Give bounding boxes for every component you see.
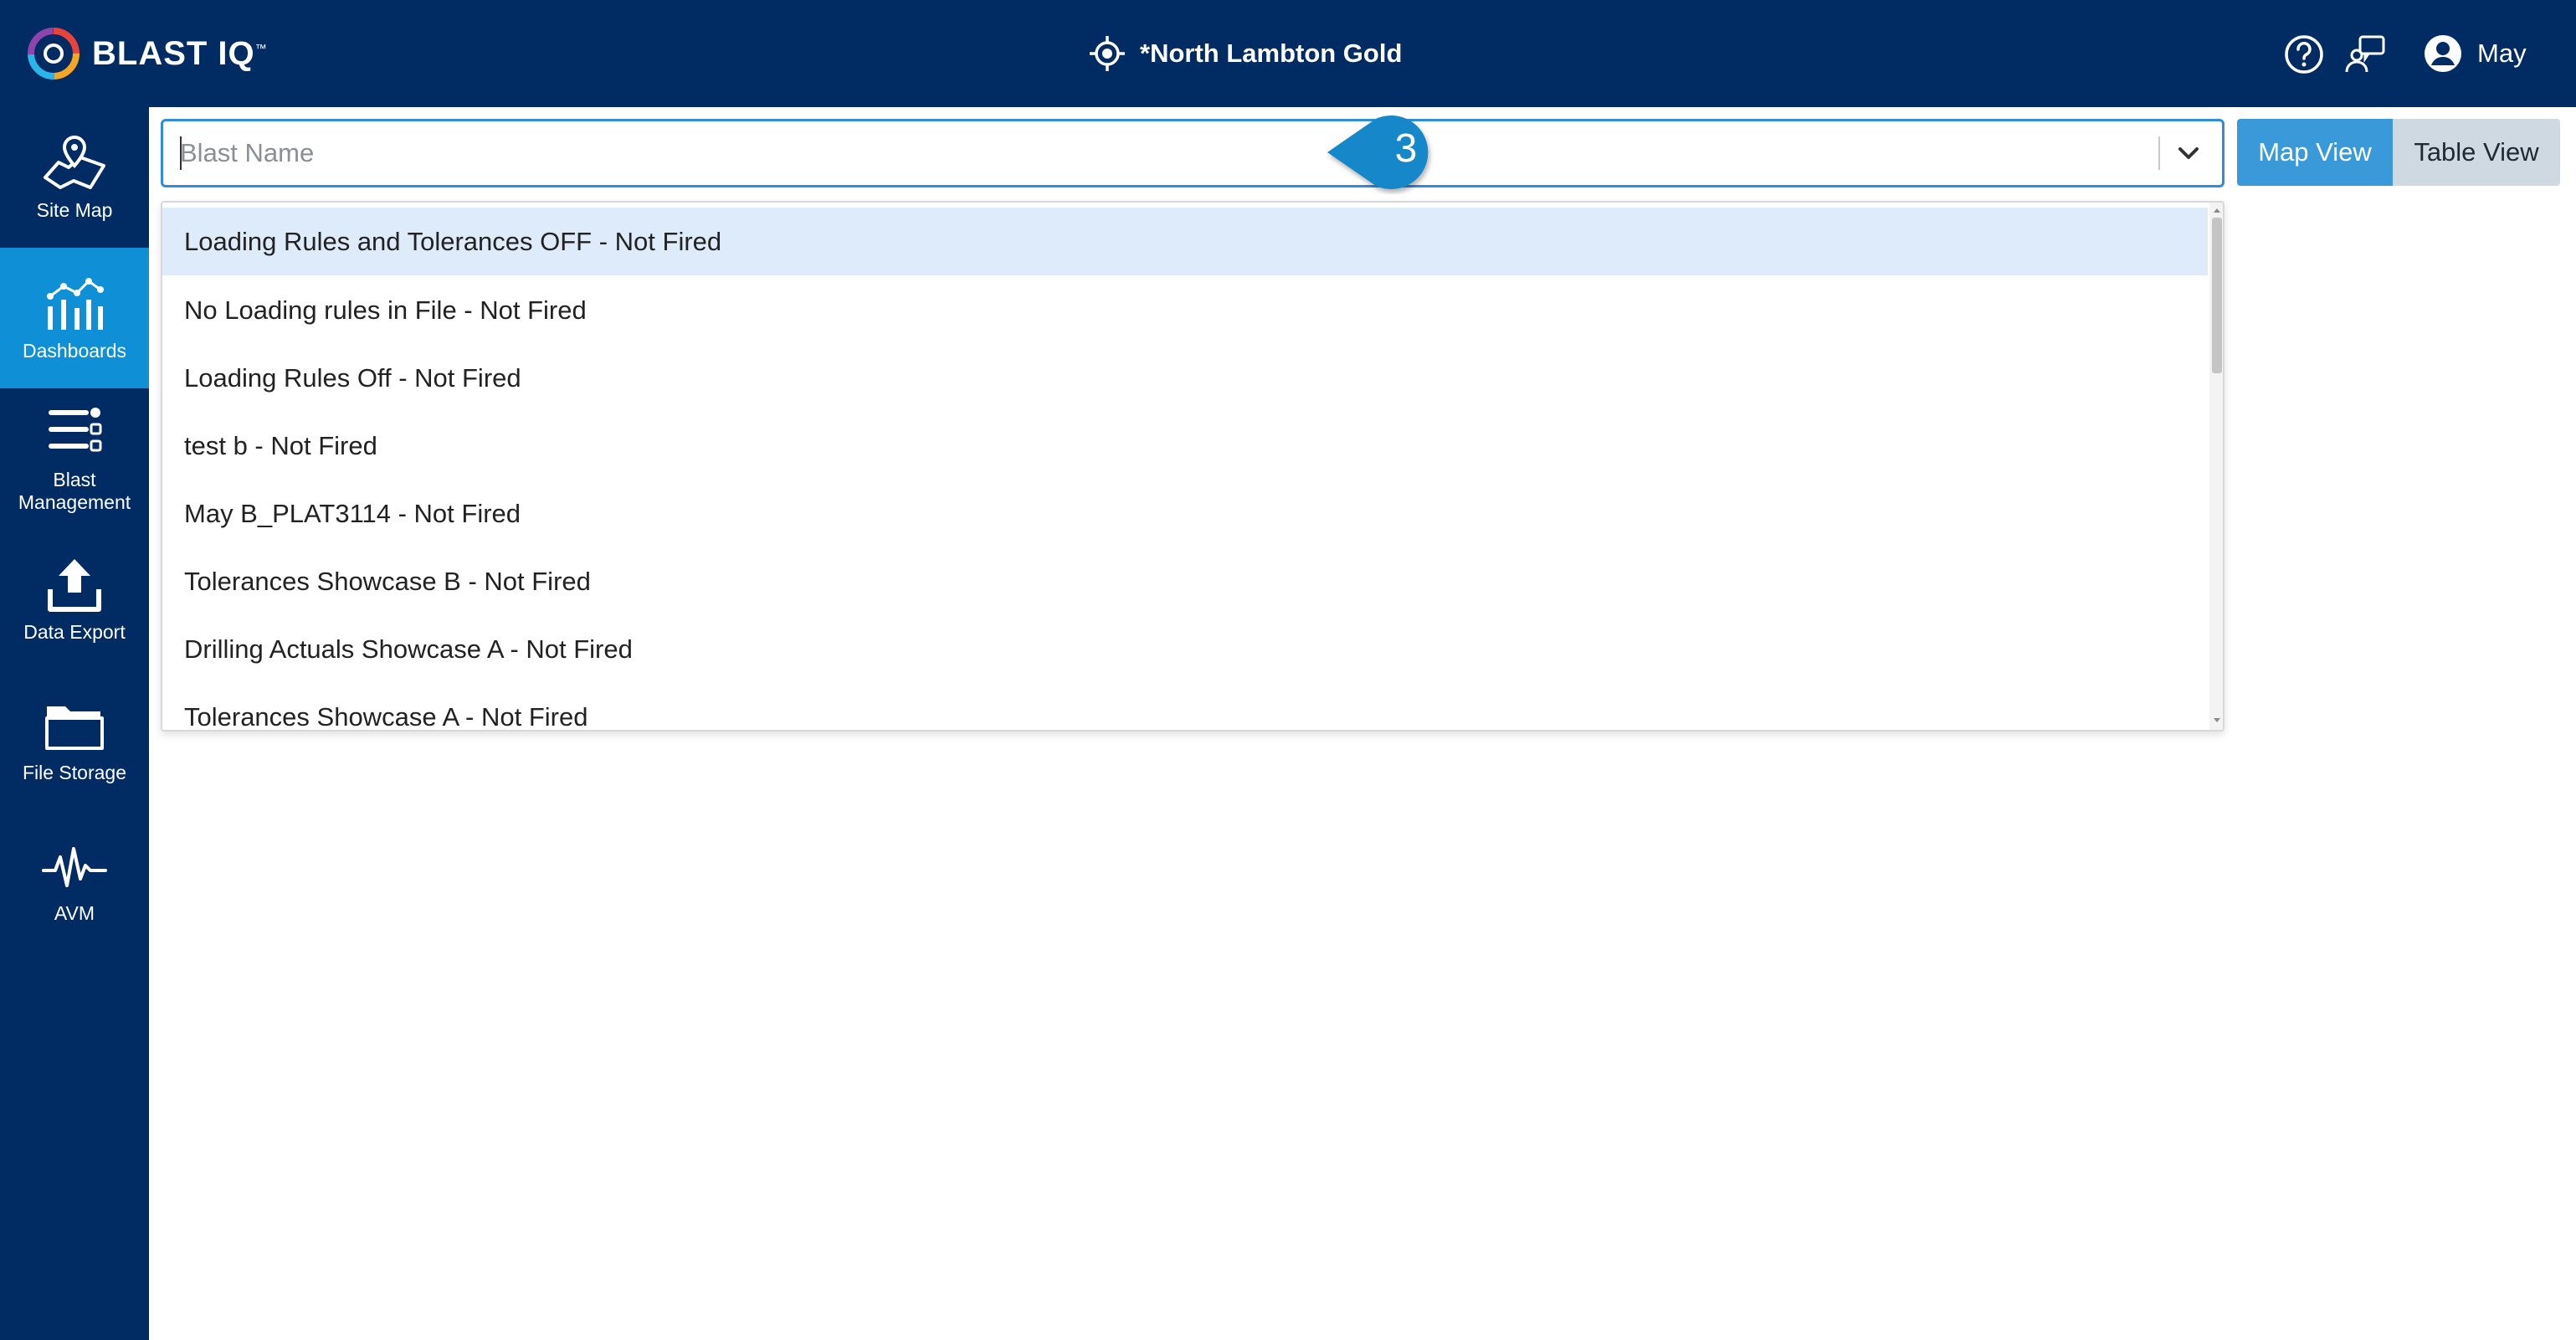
site-name: *North Lambton Gold [1140, 39, 1403, 68]
logo-text: BLAST IQ™ [92, 34, 268, 72]
text-caret [180, 136, 182, 170]
sidebar-item-avm[interactable]: AVM [0, 810, 149, 951]
user-name: May [2477, 39, 2527, 68]
site-selector[interactable]: *North Lambton Gold [1088, 25, 1402, 82]
blast-iq-logo[interactable]: BLAST IQ™ [23, 23, 268, 84]
sidebar-item-site-map[interactable]: Site Map [0, 107, 149, 248]
crosshair-icon [1090, 36, 1125, 71]
dropdown-option[interactable]: May B_PLAT3114 - Not Fired [162, 480, 2208, 547]
sidebar-item-label: Dashboards [22, 339, 127, 362]
dropdown-option[interactable]: Loading Rules and Tolerances OFF - Not F… [162, 208, 2208, 275]
scroll-down-arrow-icon[interactable] [2211, 715, 2223, 726]
sidebar-item-label: AVM [54, 901, 95, 924]
feedback-icon[interactable] [2343, 32, 2389, 77]
sidebar: Site Map Dashboards Blast Management Dat… [0, 107, 149, 1340]
sidebar-item-label: Blast Management [18, 469, 131, 513]
blast-name-input[interactable] [180, 133, 2105, 173]
dashboard-chart-icon [47, 277, 104, 330]
dropdown-option[interactable]: test b - Not Fired [162, 412, 2208, 480]
sidebar-item-label: Data Export [23, 620, 126, 643]
dropdown-scrollbar[interactable] [2209, 203, 2223, 730]
scroll-up-arrow-icon[interactable] [2211, 204, 2223, 216]
dropdown-option[interactable]: Tolerances Showcase A - Not Fired [162, 683, 2208, 731]
scrollbar-thumb[interactable] [2212, 218, 2222, 373]
blast-iq-logo-icon [28, 28, 80, 80]
step-callout-number: 3 [1394, 126, 1418, 171]
top-header: BLAST IQ™ *North Lambton Gold May [0, 0, 2576, 107]
sidebar-item-blast-management[interactable]: Blast Management [0, 388, 149, 529]
blast-name-select[interactable] [161, 119, 2224, 187]
blast-name-dropdown: Loading Rules and Tolerances OFF - Not F… [161, 201, 2224, 732]
chevron-down-icon[interactable] [2173, 138, 2204, 168]
select-divider [2158, 136, 2160, 170]
map-pin-icon [44, 135, 105, 189]
waveform-icon [42, 846, 107, 887]
user-avatar-icon [2425, 35, 2461, 72]
folder-icon [45, 706, 104, 750]
sidebar-item-file-storage[interactable]: File Storage [0, 670, 149, 810]
table-view-button[interactable]: Table View [2393, 119, 2560, 186]
upload-icon [48, 558, 101, 612]
user-menu[interactable]: May [2422, 30, 2527, 77]
sidebar-item-dashboards[interactable]: Dashboards [0, 248, 149, 388]
blast-management-icon [49, 408, 102, 452]
dropdown-option[interactable]: Drilling Actuals Showcase A - Not Fired [162, 615, 2208, 683]
dropdown-option[interactable]: Tolerances Showcase B - Not Fired [162, 547, 2208, 615]
sidebar-item-label: Site Map [36, 198, 113, 221]
help-icon[interactable] [2283, 33, 2325, 75]
dropdown-option[interactable]: No Loading rules in File - Not Fired [162, 276, 2208, 344]
view-toggle: Map View Table View [2237, 119, 2560, 186]
sidebar-item-label: File Storage [22, 761, 126, 783]
sidebar-item-data-export[interactable]: Data Export [0, 529, 149, 670]
dropdown-option[interactable]: Loading Rules Off - Not Fired [162, 344, 2208, 412]
map-view-button[interactable]: Map View [2237, 119, 2393, 186]
